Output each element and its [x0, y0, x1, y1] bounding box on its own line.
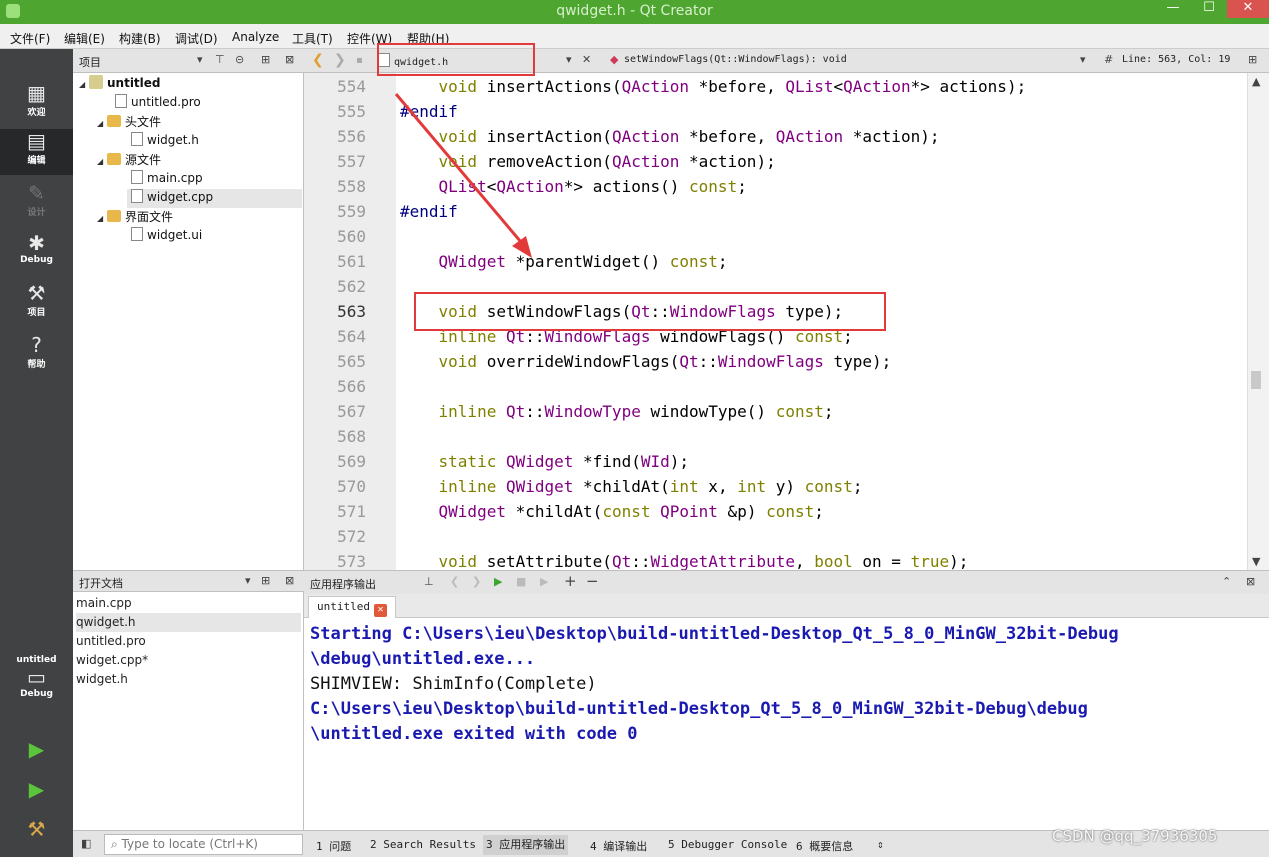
zoom-out-icon[interactable]: −: [586, 572, 599, 590]
output-line: SHIMVIEW: ShimInfo(Complete): [310, 674, 597, 694]
output-line: Starting C:\Users\ieu\Desktop\build-unti…: [310, 624, 1119, 644]
close-pane-icon[interactable]: ⊠: [1246, 575, 1255, 588]
output-line: \untitled.exe exited with code 0: [310, 724, 638, 744]
prev-icon[interactable]: ❮: [450, 575, 459, 588]
output-pane-toolbar: 应用程序输出 ⊥ ❮ ❯ ▶ ■ ▶ + − ⌃ ⊠: [304, 570, 1269, 594]
next-icon[interactable]: ❯: [472, 575, 481, 588]
zoom-in-icon[interactable]: +: [564, 572, 577, 590]
pane-application-output[interactable]: 3 应用程序输出: [483, 835, 569, 855]
stop-icon[interactable]: ■: [516, 575, 526, 588]
locator-input[interactable]: ⌕ Type to locate (Ctrl+K): [104, 834, 303, 855]
pane-compile-output[interactable]: 4 编译输出: [590, 838, 647, 854]
output-line: C:\Users\ieu\Desktop\build-untitled-Desk…: [310, 699, 1088, 719]
pane-issues[interactable]: 1 问题: [316, 838, 351, 854]
output-tab-untitled[interactable]: untitled ✕: [308, 596, 396, 618]
output-tabs: untitled ✕: [304, 594, 1269, 618]
pane-debugger-console[interactable]: 5 Debugger Console: [668, 838, 787, 851]
debug-attach-icon[interactable]: ▶: [540, 575, 548, 588]
search-icon: ⌕: [111, 837, 122, 851]
output-line: \debug\untitled.exe...: [310, 649, 536, 669]
attach-icon[interactable]: ⊥: [424, 575, 434, 588]
watermark: CSDN @qq_37936305: [1052, 827, 1218, 845]
maximize-pane-icon[interactable]: ⌃: [1222, 575, 1231, 588]
pane-search-results[interactable]: 2 Search Results: [370, 838, 476, 851]
more-panes-icon[interactable]: ⇕: [877, 838, 884, 851]
rerun-icon[interactable]: ▶: [494, 575, 502, 588]
pane-general-messages[interactable]: 6 概要信息: [796, 838, 853, 854]
output-pane-title[interactable]: 应用程序输出: [310, 576, 376, 592]
close-tab-icon[interactable]: ✕: [373, 604, 387, 617]
toggle-sidebar-icon[interactable]: ◧: [81, 837, 91, 850]
